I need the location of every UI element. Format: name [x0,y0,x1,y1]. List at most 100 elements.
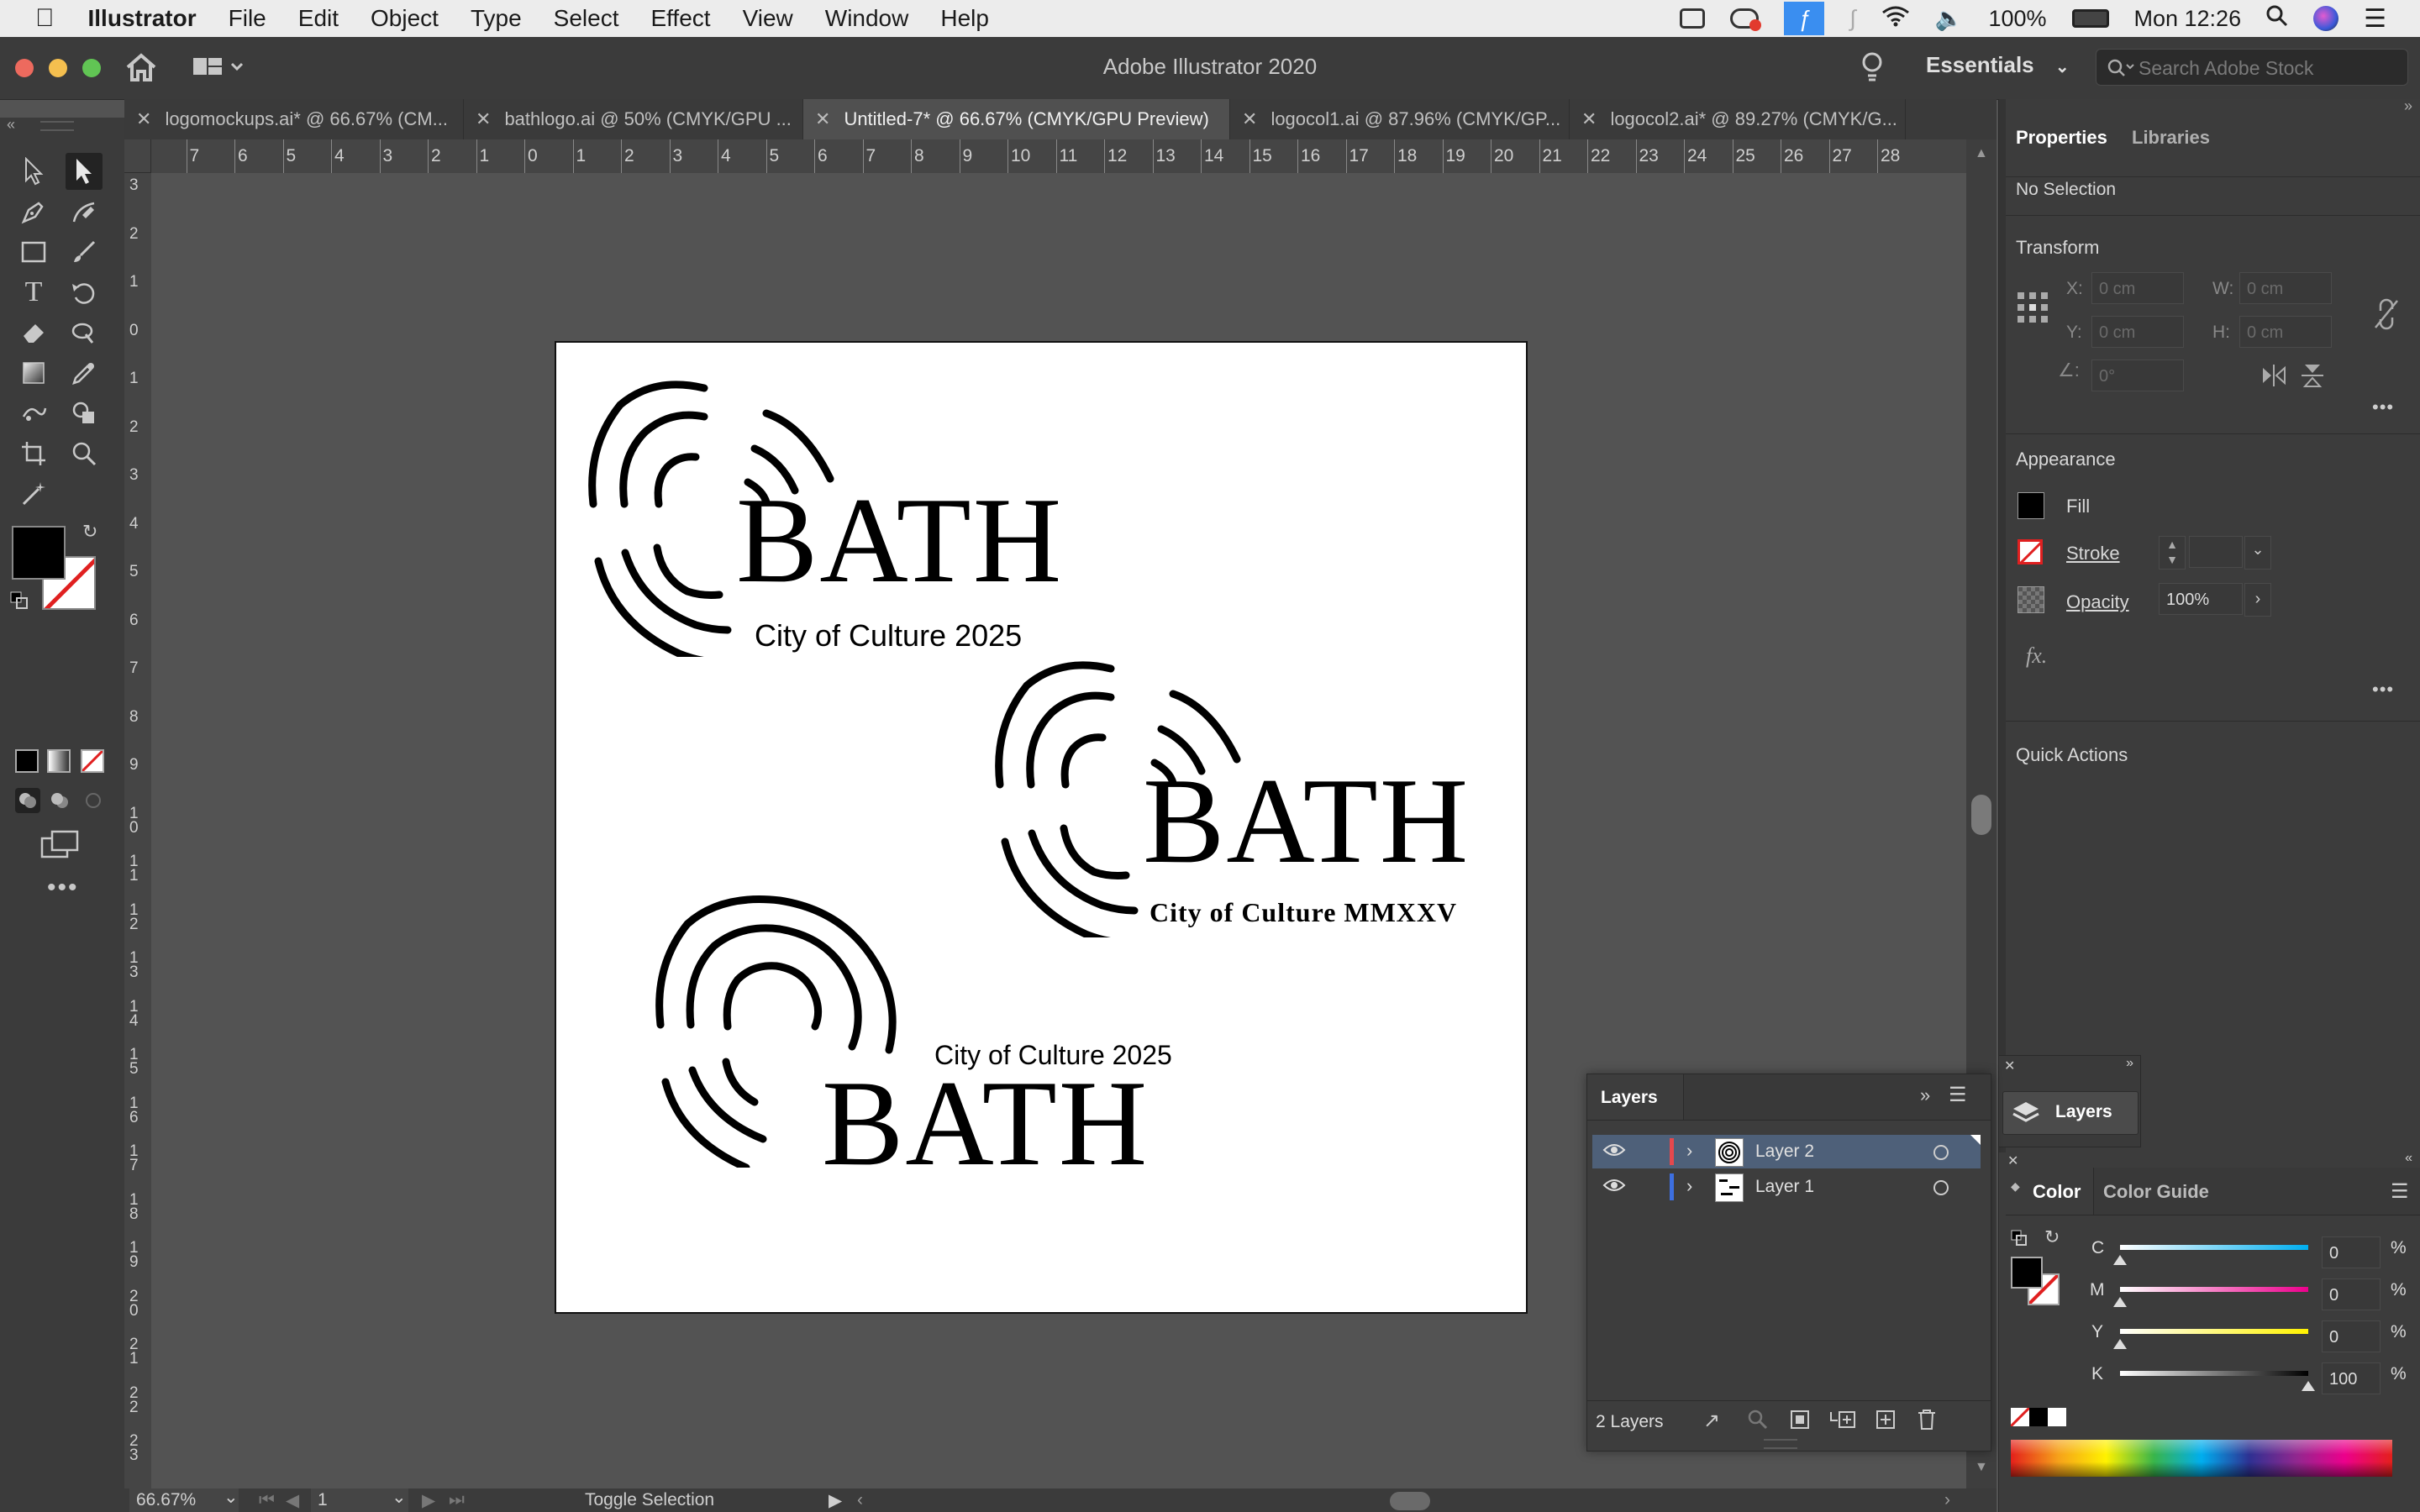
lightbulb-icon[interactable] [1860,50,1884,88]
logo-variant-3[interactable]: City of Culture 2025 BATH [654,890,1192,1184]
export-assets-icon[interactable]: ↗ [1703,1409,1720,1433]
status-tool-label[interactable]: Toggle Selection [585,1490,714,1510]
artboard[interactable]: BATH City of Culture 2025 BATH City of C… [555,341,1528,1314]
opacity-arrow-icon[interactable]: › [2244,583,2271,617]
horizontal-ruler[interactable]: 8765432101234567891011121314151617181920… [124,139,1966,174]
gradient-mode-icon[interactable] [47,749,71,773]
h-field[interactable]: 0 cm [2239,316,2332,348]
eyedropper-tool-icon[interactable] [66,354,103,391]
menu-window[interactable]: Window [825,5,909,32]
tab-logocol2[interactable]: ✕ logocol2.ai* @ 89.27% (CMYK/G... [1570,99,1906,139]
constrain-proportions-icon[interactable] [2372,297,2401,335]
toolbar-grip[interactable] [40,121,74,131]
previous-artboard-icon[interactable]: ◀ [286,1490,299,1511]
stroke-color-swatch[interactable] [2018,539,2043,564]
menu-object[interactable]: Object [371,5,439,32]
black-swatch[interactable] [2029,1408,2048,1426]
swap-fill-stroke-icon[interactable]: ↻ [82,521,97,543]
stock-search-input[interactable]: Search Adobe Stock [2096,49,2408,86]
panel-collapse-icon[interactable]: » [2404,97,2412,115]
channel-m-thumb[interactable] [2113,1297,2127,1307]
tab-properties[interactable]: Properties [2016,99,2107,176]
stroke-label[interactable]: Stroke [2066,543,2120,564]
opacity-field[interactable]: 100% [2159,583,2243,615]
gradient-tool-icon[interactable] [15,354,52,391]
eraser-tool-icon[interactable] [15,314,52,351]
chevron-right-icon[interactable]: › [1686,1140,1692,1162]
toolbar-collapse-icon[interactable]: « [7,116,15,134]
ruler-origin[interactable] [124,139,151,173]
logo-variant-1[interactable]: BATH City of Culture 2025 [587,380,1061,665]
siri-icon[interactable] [2313,6,2339,31]
creative-cloud-icon[interactable] [1730,8,1762,31]
expand-panel-icon[interactable]: » [1920,1084,1930,1106]
channel-m-track[interactable] [2120,1287,2308,1292]
close-icon[interactable]: ✕ [2004,1058,2015,1074]
w-field[interactable]: 0 cm [2239,272,2332,304]
channel-c-thumb[interactable] [2113,1255,2127,1265]
teamviewer-icon[interactable] [1680,8,1706,29]
menu-type[interactable]: Type [471,5,522,32]
menu-edit[interactable]: Edit [298,5,339,32]
hscroll-left-arrow-icon[interactable]: ‹ [857,1490,863,1510]
close-icon[interactable]: ✕ [476,108,491,130]
hscroll-right-arrow-icon[interactable]: › [1944,1490,1950,1510]
flip-horizontal-icon[interactable] [2261,365,2286,391]
direct-selection-tool-icon[interactable] [66,153,103,190]
collapse-panel-icon[interactable]: « [2405,1151,2412,1166]
zoom-tool-icon[interactable] [66,435,103,472]
layer-name[interactable]: Layer 2 [1755,1142,1814,1162]
script-active-icon[interactable]: ƒ [1784,2,1825,35]
fx-button[interactable]: fx. [2026,643,2047,669]
notification-center-icon[interactable]: ☰ [2364,4,2386,34]
menu-view[interactable]: View [743,5,793,32]
channel-c-track[interactable] [2120,1245,2308,1250]
zoom-select[interactable]: 66.67% ⌄ [129,1488,239,1512]
color-fill-proxy[interactable] [2011,1257,2043,1289]
spotlight-search-icon[interactable] [2266,5,2288,33]
first-artboard-icon[interactable]: ⏮ [259,1490,275,1510]
rectangle-tool-icon[interactable] [15,234,52,270]
shape-builder-tool-icon[interactable] [66,395,103,432]
fill-swatch[interactable] [12,526,66,580]
clock[interactable]: Mon 12:26 [2134,6,2242,32]
locate-object-icon[interactable] [1747,1409,1769,1435]
volume-icon[interactable]: 🔈 [1935,5,1964,32]
apple-icon[interactable]:  [35,4,55,33]
draw-inside-icon[interactable] [81,788,106,813]
panel-menu-icon[interactable]: ☰ [2391,1179,2409,1204]
layer-name[interactable]: Layer 1 [1755,1177,1814,1197]
none-swatch[interactable] [2011,1408,2029,1426]
reference-point-icon[interactable] [2016,291,2049,328]
draw-behind-icon[interactable] [47,788,72,813]
chevron-right-icon[interactable]: › [1686,1175,1692,1197]
panel-resize-grip[interactable] [1764,1439,1797,1449]
next-artboard-icon[interactable]: ▶ [422,1490,435,1511]
pen-tool-icon[interactable] [15,193,52,230]
type-tool-icon[interactable]: T [15,274,52,311]
channel-c-field[interactable]: 0 [2322,1236,2381,1268]
transform-more-icon[interactable]: ••• [2372,396,2394,418]
layers-panel-button[interactable]: Layers [2002,1091,2139,1135]
layers-tab[interactable]: Layers [1587,1074,1684,1120]
layer-target-icon[interactable] [1933,1180,1949,1195]
menu-help[interactable]: Help [940,5,989,32]
close-icon[interactable]: ✕ [1242,108,1257,130]
stroke-weight-stepper[interactable]: ▲ ▼ [2159,536,2186,570]
color-mode-icon[interactable] [15,749,39,773]
channel-y-thumb[interactable] [2113,1339,2127,1349]
menu-select[interactable]: Select [554,5,619,32]
layer-row-layer-2[interactable]: › Layer 2 [1592,1135,1981,1168]
tab-untitled-7[interactable]: ✕ Untitled-7* @ 66.67% (CMYK/GPU Preview) [803,99,1230,139]
width-tool-icon[interactable] [66,314,103,351]
layer-target-icon[interactable] [1933,1145,1949,1160]
stroke-weight-dropdown[interactable]: ⌄ [2244,536,2271,570]
curvature-tool-icon[interactable] [66,193,103,230]
none-mode-icon[interactable] [81,749,104,773]
channel-k-track[interactable] [2120,1371,2308,1376]
close-icon[interactable]: ✕ [815,108,830,130]
scroll-up-arrow-icon[interactable]: ▲ [1975,146,1988,161]
tab-logomockups[interactable]: ✕ logomockups.ai* @ 66.67% (CM... [124,99,464,139]
channel-m-field[interactable]: 0 [2322,1278,2381,1310]
tab-bathlogo[interactable]: ✕ bathlogo.ai @ 50% (CMYK/GPU ... [464,99,803,139]
